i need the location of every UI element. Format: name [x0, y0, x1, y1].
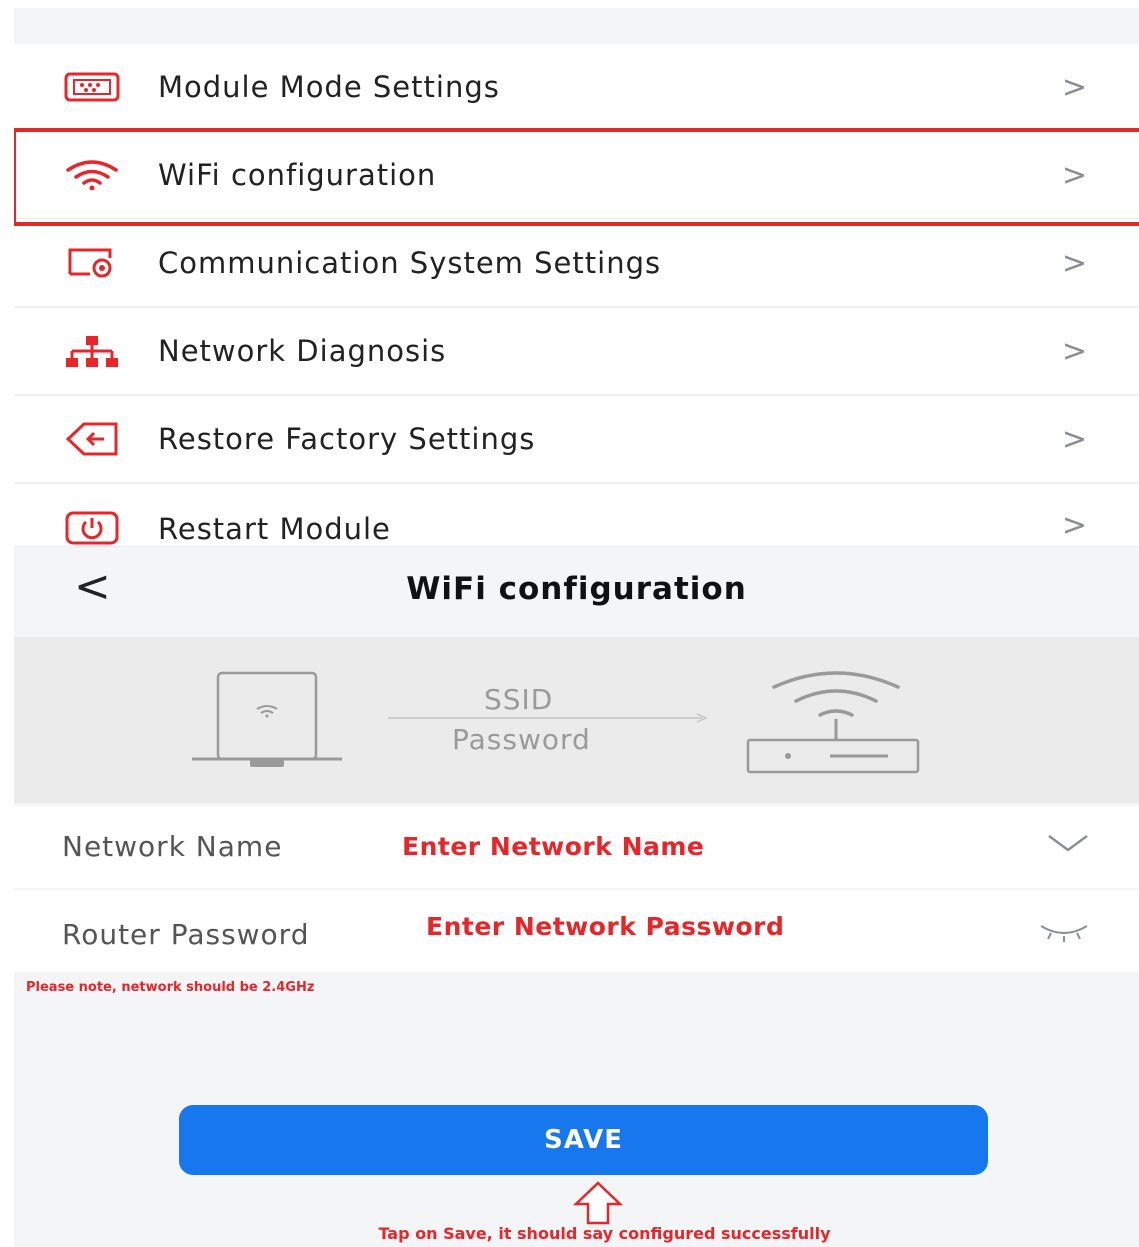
network-tree-icon [62, 331, 122, 371]
password-label: Password [452, 723, 591, 756]
menu-item-label: WiFi configuration [158, 158, 437, 192]
menu-item-label: Module Mode Settings [158, 70, 500, 104]
chevron-right-icon: > [1061, 508, 1087, 543]
wifi-icon [62, 155, 122, 195]
menu-item-label: Restore Factory Settings [158, 422, 536, 456]
menu-item-restore-factory-settings[interactable]: Restore Factory Settings > [14, 396, 1139, 483]
restore-icon [62, 419, 122, 459]
network-name-input[interactable]: Enter Network Name [402, 832, 704, 861]
menu-item-label: Network Diagnosis [158, 334, 447, 368]
menu-item-communication-system-settings[interactable]: Communication System Settings > [14, 220, 1139, 307]
menu-item-restart-module[interactable]: Restart Module > [14, 484, 1139, 547]
chevron-right-icon: > [1061, 157, 1087, 193]
chevron-right-icon: > [1061, 421, 1087, 457]
menu-item-label: Communication System Settings [158, 246, 662, 280]
router-icon [746, 671, 920, 774]
menu-item-network-diagnosis[interactable]: Network Diagnosis > [14, 308, 1139, 395]
device-router-graphic [192, 671, 920, 774]
communication-settings-icon [62, 243, 122, 283]
network-name-row[interactable]: Network Name Enter Network Name [14, 806, 1139, 888]
chevron-right-icon: > [1061, 333, 1087, 369]
router-password-label: Router Password [62, 918, 310, 951]
tap-save-instruction: Tap on Save, it should say configured su… [378, 1224, 831, 1243]
eye-closed-icon[interactable] [1039, 922, 1089, 946]
power-icon [62, 508, 122, 548]
menu-item-wifi-configuration[interactable]: WiFi configuration > [14, 132, 1139, 219]
save-button[interactable]: SAVE [179, 1105, 988, 1175]
module-device-icon [192, 671, 342, 767]
page-title: WiFi configuration [406, 571, 747, 607]
network-note: Please note, network should be 2.4GHz [26, 980, 315, 995]
ssid-label: SSID [484, 683, 554, 716]
menu-item-label: Restart Module [158, 512, 391, 546]
arrow-up-icon [572, 1181, 624, 1225]
connection-illustration: SSID Password [14, 637, 1139, 803]
router-password-row[interactable]: Router Password Enter Network Password [14, 890, 1139, 972]
network-name-label: Network Name [62, 830, 283, 863]
module-icon [62, 67, 122, 107]
page-header: < WiFi configuration [14, 547, 1139, 637]
menu-item-module-mode-settings[interactable]: Module Mode Settings > [14, 44, 1139, 131]
chevron-right-icon: > [1061, 69, 1087, 105]
router-password-input[interactable]: Enter Network Password [426, 912, 784, 941]
chevron-down-icon[interactable] [1047, 832, 1089, 858]
chevron-right-icon: > [1061, 245, 1087, 281]
